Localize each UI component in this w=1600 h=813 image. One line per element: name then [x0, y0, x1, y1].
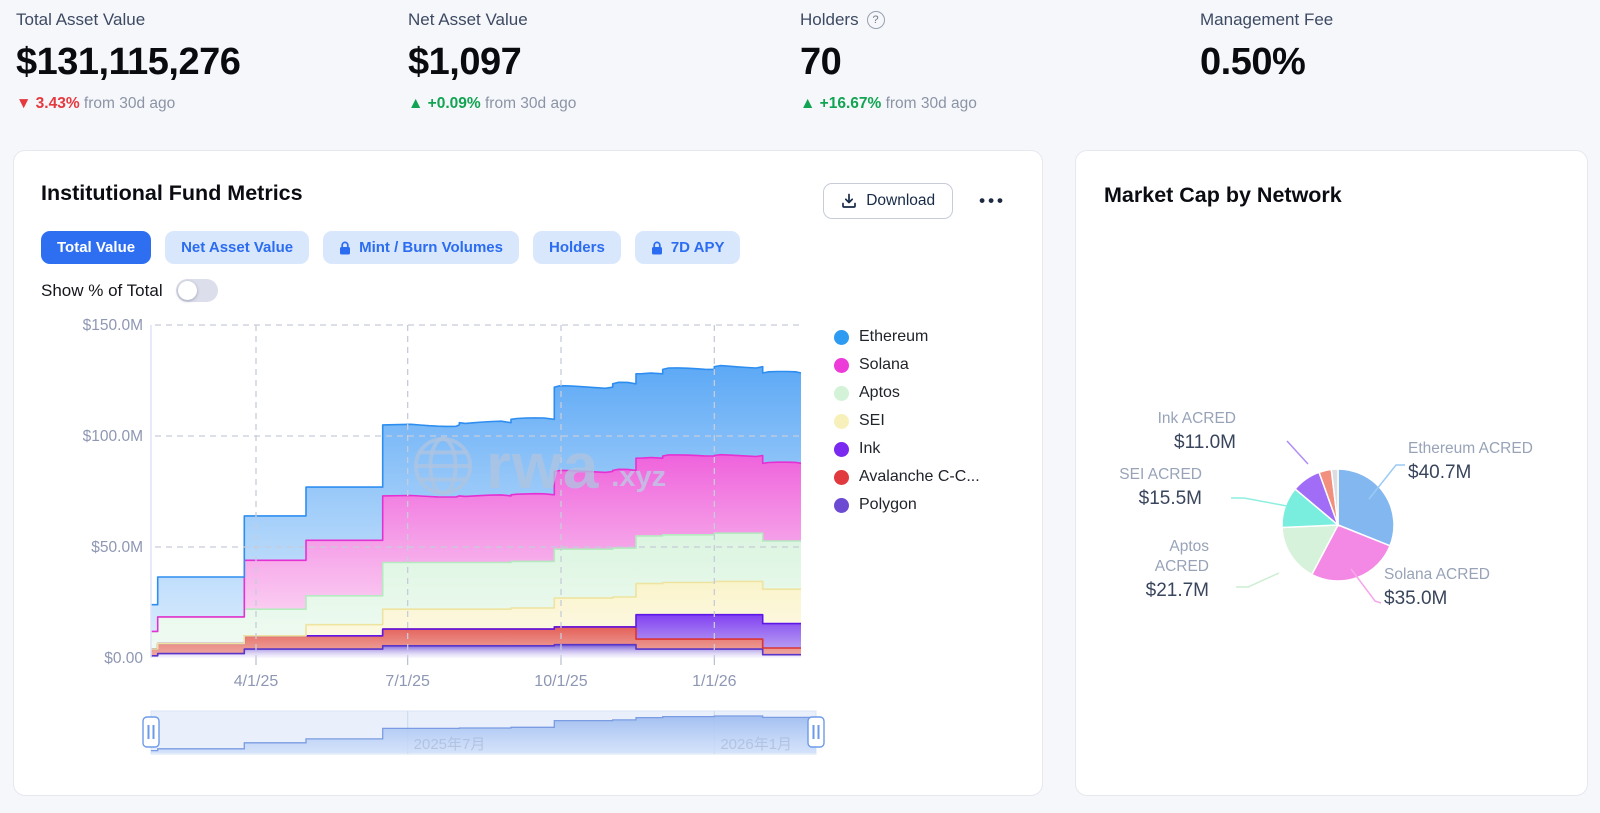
brush-handle-left[interactable] [143, 717, 159, 747]
market-cap-card: Market Cap by Network Ethereum ACRED$40.… [1075, 150, 1588, 796]
help-icon[interactable]: ? [867, 11, 885, 29]
stat-delta: ▼ 3.43% from 30d ago [16, 95, 240, 113]
stat-label: Total Asset Value [16, 10, 145, 30]
show-pct-row: Show % of Total [41, 279, 218, 302]
fund-card-actions: Download ••• [823, 183, 1006, 219]
legend-dot-icon [834, 330, 849, 345]
more-options-button[interactable]: ••• [979, 191, 1006, 211]
tab-mint-burn-volumes[interactable]: Mint / Burn Volumes [323, 231, 519, 264]
triangle-up-icon: ▲ [800, 95, 820, 112]
stat-holders: Holders? 70 ▲ +16.67% from 30d ago [800, 10, 977, 113]
legend-item-aptos[interactable]: Aptos [834, 384, 980, 402]
show-pct-label: Show % of Total [41, 281, 163, 301]
stat-delta: ▲ +0.09% from 30d ago [408, 95, 576, 113]
stat-delta: ▲ +16.67% from 30d ago [800, 95, 977, 113]
time-range-brush[interactable]: 2025年7月2026年1月 [14, 696, 1044, 766]
x-axis-label: 7/1/25 [385, 673, 430, 690]
stat-label: Management Fee [1200, 10, 1333, 30]
fund-metrics-card: Institutional Fund Metrics Download ••• … [13, 150, 1043, 796]
stat-net-asset-value: Net Asset Value $1,097 ▲ +0.09% from 30d a… [408, 10, 576, 113]
stat-value: 70 [800, 41, 977, 84]
pie-label-aptos-acred: Aptos ACRED$21.7M [1145, 537, 1209, 604]
legend-dot-icon [834, 358, 849, 373]
y-axis-label: $150.0M [83, 317, 143, 334]
stat-value: $131,115,276 [16, 41, 240, 84]
y-axis-label: $50.0M [91, 539, 143, 556]
lock-icon [651, 241, 663, 255]
legend-dot-icon [834, 386, 849, 401]
lock-icon [339, 241, 351, 255]
x-axis-label: 10/1/25 [534, 673, 587, 690]
pie-label-ink-acred: Ink ACRED$11.0M [1158, 409, 1236, 456]
fund-card-title: Institutional Fund Metrics [41, 181, 303, 206]
pie-leader-line [1236, 573, 1279, 587]
pie-label-solana-acred: Solana ACRED$35.0M [1384, 565, 1490, 612]
y-axis-label: $0.00 [104, 650, 143, 667]
pie-leader-line [1231, 498, 1287, 506]
dashboard-page: Total Asset Value $131,115,276 ▼ 3.43% fro… [0, 0, 1600, 813]
triangle-down-icon: ▼ [16, 95, 36, 112]
show-pct-toggle[interactable] [176, 279, 218, 302]
tab-net-asset-value[interactable]: Net Asset Value [165, 231, 309, 264]
pie-leader-line [1287, 441, 1308, 464]
tab-holders[interactable]: Holders [533, 231, 621, 264]
legend-item-solana[interactable]: Solana [834, 356, 980, 374]
stat-label: Net Asset Value [408, 10, 528, 30]
stat-total-asset-value: Total Asset Value $131,115,276 ▼ 3.43% fro… [16, 10, 240, 113]
legend-item-polygon[interactable]: Polygon [834, 496, 980, 514]
pie-card-title: Market Cap by Network [1104, 183, 1342, 208]
download-button[interactable]: Download [823, 183, 953, 219]
stat-value: $1,097 [408, 41, 576, 84]
legend-item-ink[interactable]: Ink [834, 440, 980, 458]
toggle-knob [178, 281, 197, 300]
triangle-up-icon: ▲ [408, 95, 428, 112]
download-icon [841, 193, 857, 209]
tab-total-value[interactable]: Total Value [41, 231, 151, 264]
tab-7d-apy[interactable]: 7D APY [635, 231, 741, 264]
legend-dot-icon [834, 498, 849, 513]
stat-value: 0.50% [1200, 41, 1333, 84]
legend-dot-icon [834, 414, 849, 429]
legend-item-sei[interactable]: SEI [834, 412, 980, 430]
metric-tabs: Total Value Net Asset Value Mint / Burn Vo… [41, 231, 740, 264]
stat-management-fee: Management Fee 0.50% [1200, 10, 1333, 84]
y-axis-label: $100.0M [83, 428, 143, 445]
pie-label-ethereum-acred: Ethereum ACRED$40.7M [1408, 439, 1533, 486]
legend-item-avalanche-c-c[interactable]: Avalanche C-C... [834, 468, 980, 486]
pie-label-sei-acred: SEI ACRED$15.5M [1119, 465, 1202, 512]
chart-legend: Ethereum Solana Aptos SEI Ink Avalanche C-C..… [834, 328, 980, 524]
legend-dot-icon [834, 470, 849, 485]
legend-dot-icon [834, 442, 849, 457]
x-axis-label: 4/1/25 [234, 673, 279, 690]
legend-item-ethereum[interactable]: Ethereum [834, 328, 980, 346]
x-axis-label: 1/1/26 [692, 673, 737, 690]
stat-label: Holders [800, 10, 859, 30]
brush-handle-right[interactable] [808, 717, 824, 747]
